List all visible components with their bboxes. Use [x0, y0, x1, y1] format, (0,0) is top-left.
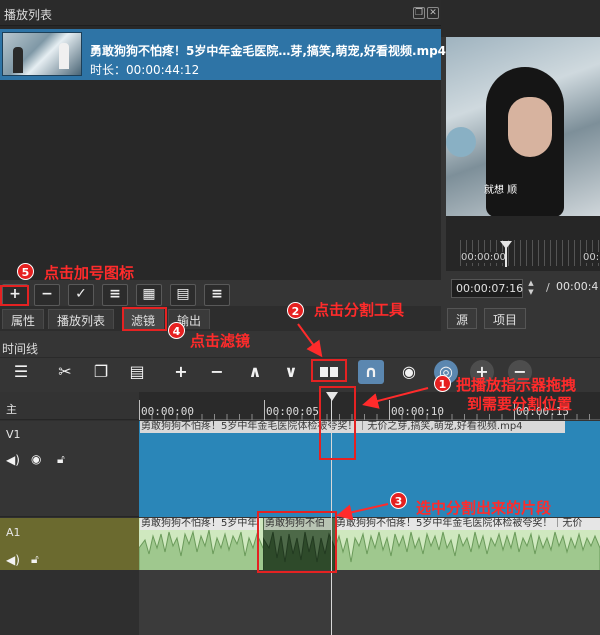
step-4-badge: 4	[168, 322, 185, 339]
shotcut-window: 播放列表 ❐ ✕ 勇敢狗狗不怕疼！5岁中年金毛医院…芽,搞笑,萌宠,好看视频.m…	[0, 0, 600, 635]
step-4-note: 点击滤镜	[190, 332, 251, 350]
step-2-note: 点击分割工具	[314, 301, 405, 319]
step-2-badge: 2	[287, 302, 304, 319]
step-5-note: 点击加号图标	[44, 264, 135, 282]
step-3-note: 选中分割出来的片段	[416, 499, 552, 517]
step-5-badge: 5	[17, 263, 34, 280]
step-1-note-line1: 把播放指示器拖拽	[456, 376, 577, 394]
step-3-badge: 3	[390, 492, 407, 509]
step-1-note-line2: 到需要分割位置	[467, 395, 573, 413]
step-1-badge: 1	[434, 375, 451, 392]
